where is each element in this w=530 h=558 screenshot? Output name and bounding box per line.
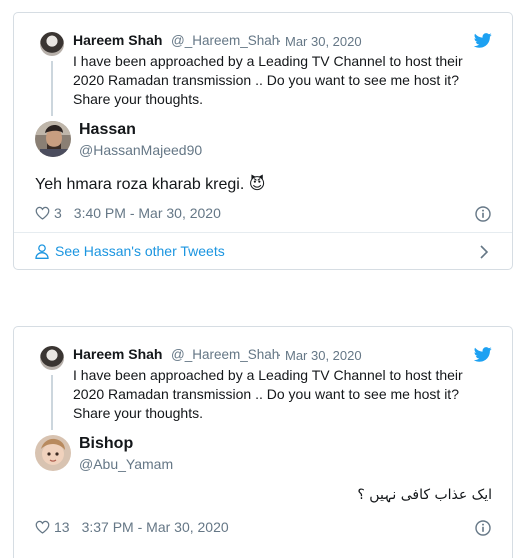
embedded-tweet-card[interactable]: Hareem Shah @_Hareem_Shah · Mar 30, 2020… xyxy=(13,326,513,558)
see-other-tweets-link[interactable]: See Hassan's other Tweets xyxy=(35,243,225,259)
tweet-meta: 13 3:37 PM - Mar 30, 2020 xyxy=(35,519,229,535)
reply-author-name[interactable]: Bishop xyxy=(79,435,133,453)
heart-icon[interactable] xyxy=(35,206,50,220)
tweet-date[interactable]: Mar 30, 2020 xyxy=(285,348,362,363)
tweet-timestamp[interactable]: 3:40 PM - Mar 30, 2020 xyxy=(74,205,221,221)
info-icon[interactable] xyxy=(475,520,491,536)
reply-author-handle[interactable]: @HassanMajeed90 xyxy=(79,142,202,158)
reply-author-handle[interactable]: @Abu_Yamam xyxy=(79,456,173,472)
embedded-tweet-card[interactable]: Hareem Shah @_Hareem_Shah · Mar 30, 2020… xyxy=(13,12,513,270)
author-handle[interactable]: @_Hareem_Shah xyxy=(171,347,279,362)
parent-tweet-text: I have been approached by a Leading TV C… xyxy=(73,367,463,421)
reply-author-name[interactable]: Hassan xyxy=(79,121,136,139)
like-count[interactable]: 13 xyxy=(54,519,70,535)
author-name[interactable]: Hareem Shah xyxy=(73,346,162,362)
tweet-date[interactable]: Mar 30, 2020 xyxy=(285,34,362,49)
twitter-bird-icon[interactable] xyxy=(474,347,492,362)
avatar[interactable] xyxy=(35,435,71,471)
like-count[interactable]: 3 xyxy=(54,205,62,221)
thread-line xyxy=(51,375,53,430)
separator-dot: · xyxy=(277,347,282,362)
person-icon xyxy=(35,243,49,259)
thread-line xyxy=(51,61,53,116)
avatar[interactable] xyxy=(40,346,64,370)
reply-text: Yeh hmara roza kharab kregi. 😈 xyxy=(35,176,266,193)
parent-tweet-text: I have been approached by a Leading TV C… xyxy=(73,53,463,107)
divider xyxy=(14,232,512,233)
author-handle[interactable]: @_Hareem_Shah xyxy=(171,33,279,48)
avatar[interactable] xyxy=(35,121,71,157)
separator-dot: · xyxy=(277,33,282,48)
reply-text: ایک عذاب کافی نہیں ؟ xyxy=(357,487,492,503)
tweet-timestamp[interactable]: 3:37 PM - Mar 30, 2020 xyxy=(82,519,229,535)
chevron-right-icon[interactable] xyxy=(479,245,489,259)
tweet-meta: 3 3:40 PM - Mar 30, 2020 xyxy=(35,205,221,221)
avatar[interactable] xyxy=(40,32,64,56)
heart-icon[interactable] xyxy=(35,520,50,534)
info-icon[interactable] xyxy=(475,206,491,222)
twitter-bird-icon[interactable] xyxy=(474,33,492,48)
author-name[interactable]: Hareem Shah xyxy=(73,32,162,48)
see-other-tweets-label[interactable]: See Hassan's other Tweets xyxy=(55,243,225,259)
